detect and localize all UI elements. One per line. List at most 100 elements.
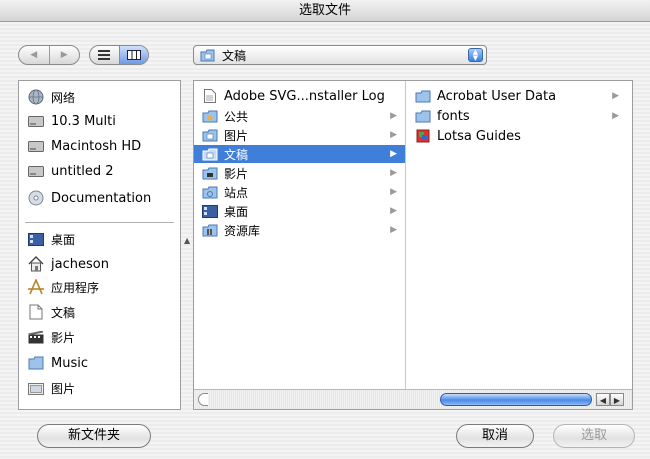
documents-icon <box>27 304 45 320</box>
back-button[interactable]: ◀ <box>19 46 49 64</box>
applications-icon <box>27 279 45 295</box>
cancel-button[interactable]: 取消 <box>456 424 534 448</box>
list-item[interactable]: 资源库 ▶ <box>194 221 405 239</box>
application-document-icon <box>415 129 431 143</box>
sidebar-item-documentation[interactable]: Documentation <box>27 188 151 208</box>
chevron-right-icon: ▶ <box>390 206 397 216</box>
sidebar-item-network[interactable]: 网络 <box>27 87 75 107</box>
list-item-label: Lotsa Guides <box>437 128 521 144</box>
sidebar-item-desktop[interactable]: 桌面 <box>27 229 75 249</box>
new-folder-button[interactable]: 新文件夹 <box>37 424 151 448</box>
sidebar-item-10-3-multi[interactable]: 10.3 Multi <box>27 111 116 131</box>
sidebar-item-label: Music <box>51 355 88 371</box>
movies-icon <box>27 329 45 345</box>
popup-arrows-icon: ▲ ▼ <box>468 48 483 62</box>
library-folder-icon <box>202 223 218 237</box>
list-item[interactable]: 桌面 ▶ <box>194 202 405 220</box>
list-view-button[interactable] <box>90 46 119 64</box>
sidebar-item-macintosh-hd[interactable]: Macintosh HD <box>27 136 141 156</box>
folder-icon <box>415 89 431 103</box>
music-folder-icon <box>27 355 45 371</box>
list-item-label: fonts <box>437 108 470 124</box>
home-icon <box>27 256 45 272</box>
movies-folder-icon <box>202 166 218 180</box>
sidebar-item-label: 影片 <box>51 330 76 345</box>
list-item[interactable]: 站点 ▶ <box>194 183 405 201</box>
chevron-right-icon: ▶ <box>390 130 397 140</box>
sidebar-item-label: 10.3 Multi <box>51 113 116 129</box>
list-item-label: 资源库 <box>224 223 261 238</box>
list-item[interactable]: Acrobat User Data ▶ <box>407 87 627 105</box>
hard-disk-icon <box>27 113 45 129</box>
column-view-button[interactable] <box>118 46 148 64</box>
list-item-label: Adobe SVG...nstaller Log <box>224 88 385 104</box>
list-item[interactable]: 文稿 ▶ <box>194 145 405 163</box>
list-item[interactable]: 图片 ▶ <box>194 126 405 144</box>
location-popup-label: 文稿 <box>222 48 247 63</box>
sidebar-item-label: jacheson <box>51 256 109 272</box>
scrollbar-track-start <box>198 393 208 406</box>
list-item-label: 文稿 <box>224 147 249 162</box>
sidebar-item-label: Documentation <box>51 190 152 206</box>
sidebar-item-music[interactable]: Music <box>27 353 88 373</box>
chevron-right-icon: ▶ <box>390 168 397 178</box>
pictures-icon <box>27 380 45 396</box>
sidebar-item-documents[interactable]: 文稿 <box>27 302 75 322</box>
chevron-right-icon: ▶ <box>390 111 397 121</box>
list-item[interactable]: 影片 ▶ <box>194 164 405 182</box>
list-item[interactable]: fonts ▶ <box>407 107 627 125</box>
list-item-label: 图片 <box>224 128 249 143</box>
hard-disk-icon <box>27 163 45 179</box>
sidebar: 网络 10.3 Multi Macintosh HD untitled 2 Do… <box>18 80 181 410</box>
public-folder-icon <box>202 109 218 123</box>
documents-folder-icon <box>202 147 218 161</box>
browser-column-1: Adobe SVG...nstaller Log 公共 ▶ 图片 ▶ 文稿 ▶ <box>194 81 406 389</box>
list-item[interactable]: Lotsa Guides <box>407 127 627 145</box>
document-icon <box>202 89 218 103</box>
sidebar-item-label: 网络 <box>51 90 76 105</box>
scroll-left-button[interactable]: ◀ <box>596 393 610 406</box>
scrollbar-thumb[interactable] <box>440 393 592 406</box>
forward-button[interactable]: ▶ <box>48 46 80 64</box>
location-popup[interactable]: 文稿 ▲ ▼ <box>193 45 487 65</box>
list-item-label: 桌面 <box>224 204 249 219</box>
chevron-right-icon: ▶ <box>390 225 397 235</box>
column-view-icon <box>126 50 141 60</box>
sidebar-item-home[interactable]: jacheson <box>27 254 109 274</box>
sites-folder-icon <box>202 185 218 199</box>
chevron-right-icon: ▶ <box>390 187 397 197</box>
pictures-folder-icon <box>202 128 218 142</box>
sidebar-item-applications[interactable]: 应用程序 <box>27 277 99 297</box>
documents-folder-icon <box>200 49 216 62</box>
chevron-right-icon: ▶ <box>390 149 397 159</box>
desktop-icon <box>27 231 45 247</box>
sidebar-item-pictures[interactable]: 图片 <box>27 378 75 398</box>
sidebar-item-label: 应用程序 <box>51 280 100 295</box>
sidebar-item-label: Macintosh HD <box>51 138 142 154</box>
sidebar-item-label: untitled 2 <box>51 163 114 179</box>
network-globe-icon <box>27 89 45 105</box>
sidebar-item-label: 桌面 <box>51 232 76 247</box>
list-item-label: 公共 <box>224 109 249 124</box>
splitter-grip[interactable]: ▲ <box>184 236 190 245</box>
choose-button[interactable]: 选取 <box>553 424 635 448</box>
list-view-icon <box>98 50 111 60</box>
hard-disk-icon <box>27 138 45 154</box>
horizontal-scrollbar[interactable]: ◀ ▶ <box>194 389 632 409</box>
column-browser: Adobe SVG...nstaller Log 公共 ▶ 图片 ▶ 文稿 ▶ <box>193 80 633 410</box>
sidebar-item-movies[interactable]: 影片 <box>27 327 75 347</box>
list-item[interactable]: Adobe SVG...nstaller Log <box>194 87 405 105</box>
sidebar-item-untitled-2[interactable]: untitled 2 <box>27 161 114 181</box>
desktop-folder-icon <box>202 204 218 218</box>
history-nav: ◀ ▶ <box>18 45 80 65</box>
list-item-label: Acrobat User Data <box>437 88 557 104</box>
sidebar-item-label: 文稿 <box>51 305 76 320</box>
chevron-right-icon: ▶ <box>612 111 619 121</box>
list-item-label: 影片 <box>224 166 249 181</box>
view-mode-control <box>89 45 149 65</box>
folder-icon <box>415 109 431 123</box>
list-item-label: 站点 <box>224 185 249 200</box>
browser-column-2: Acrobat User Data ▶ fonts ▶ Lotsa Guides <box>407 81 627 389</box>
scroll-right-button[interactable]: ▶ <box>610 393 624 406</box>
list-item[interactable]: 公共 ▶ <box>194 107 405 125</box>
